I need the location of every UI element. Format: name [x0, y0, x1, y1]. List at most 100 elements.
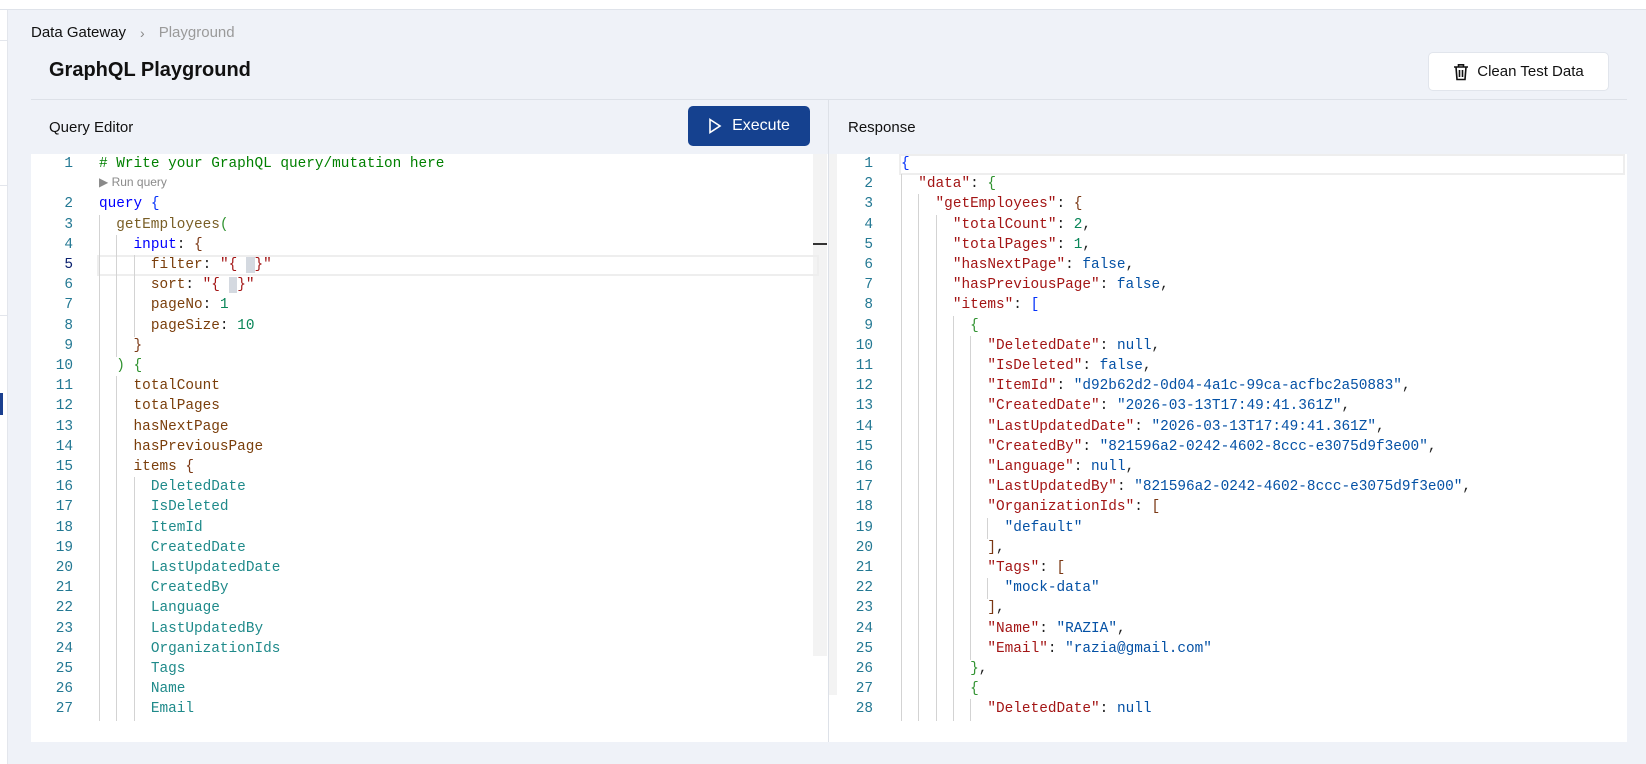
token-key: "Tags" [987, 560, 1040, 576]
token-b1: { [901, 156, 910, 172]
code-text: "hasNextPage": false, [953, 255, 1134, 276]
token-sel [245, 257, 255, 273]
code-line: 13 hasNextPage [31, 416, 813, 438]
run-query-codelens[interactable]: ▶ Run query [99, 172, 167, 193]
breadcrumb-playground: Playground [158, 24, 235, 41]
indent-guide [918, 558, 920, 580]
code-text: filter: "{ }" [151, 255, 272, 276]
token-field: filter [150, 257, 203, 273]
line-number: 5 [64, 257, 73, 273]
indent-guide [935, 376, 937, 398]
token-comment: # Write your GraphQL query/mutation here [99, 156, 445, 172]
code-line: 23], [829, 598, 1627, 620]
token-p: : [1073, 459, 1092, 475]
code-line: 19 "default" [829, 517, 1627, 539]
sidebar-active-indicator[interactable] [0, 393, 3, 415]
code-line: 1{ [829, 154, 1627, 176]
indent-guide [918, 679, 920, 701]
indent-guide [133, 679, 135, 701]
indent-guide [99, 497, 100, 519]
breadcrumb-data-gateway[interactable]: Data Gateway [31, 24, 126, 41]
indent-guide [116, 376, 118, 398]
line-number: 26 [55, 681, 73, 698]
code-text: "OrganizationIds": [ [987, 497, 1160, 518]
response-viewer[interactable]: 1{2 "data": {3 "getEmployees": {4 "totalCou… [829, 154, 1627, 742]
token-p: : [1056, 216, 1074, 233]
indent-guide [970, 436, 972, 458]
current-line-highlight [899, 154, 1625, 176]
code-line: 6 "hasNextPage": false, [829, 255, 1627, 277]
line-number: 24 [855, 620, 873, 637]
token-p: , [996, 600, 1005, 617]
indent-guide [116, 578, 118, 600]
line-number: 23 [55, 620, 73, 637]
token-p: , [1116, 620, 1126, 637]
code-line: 20], [829, 537, 1627, 559]
indent-guide [935, 638, 937, 660]
line-number: 4 [64, 236, 73, 253]
indent-guide [918, 497, 920, 519]
indent-guide [116, 457, 118, 479]
indent-guide [901, 598, 902, 620]
token-p: : [1082, 438, 1100, 455]
token-p: , [1125, 459, 1135, 475]
indent-guide [935, 416, 937, 438]
execute-button[interactable]: Execute [688, 106, 810, 146]
code-text: ) { [116, 356, 142, 377]
code-line: 11 "IsDeleted": false, [829, 356, 1627, 378]
indent-guide [970, 618, 972, 640]
code-text: ], [987, 598, 1004, 619]
indent-guide [901, 517, 902, 539]
indent-guide [99, 699, 100, 721]
code-line: 23 LastUpdatedBy [31, 618, 813, 640]
code-line: 11 totalCount [31, 376, 813, 398]
code-text: LastUpdatedDate [151, 558, 281, 579]
code-text: getEmployees( [116, 215, 228, 236]
token-b3: { [1073, 196, 1083, 213]
token-val: "RAZIA" [1056, 620, 1117, 637]
indent-guide [133, 699, 135, 721]
line-number: 4 [864, 216, 873, 233]
line-number: 24 [55, 640, 73, 657]
indent-guide [918, 436, 920, 458]
indent-guide [935, 598, 937, 620]
indent-guide [116, 436, 118, 458]
code-line: 14 hasPreviousPage [31, 436, 813, 458]
code-line: 16 DeletedDate [31, 477, 813, 499]
token-b2: { [987, 176, 997, 193]
indent-guide [133, 517, 135, 539]
token-val: false [1099, 358, 1143, 374]
line-number: 6 [864, 257, 873, 273]
token-b3: { [194, 236, 203, 253]
token-key: "Name" [987, 620, 1040, 637]
code-text: "DeletedDate": null [987, 699, 1151, 720]
token-p: , [1462, 479, 1472, 496]
line-number: 9 [64, 337, 73, 354]
indent-guide [901, 376, 902, 398]
token-field: totalPages [133, 398, 220, 415]
clean-test-data-button[interactable]: Clean Test Data [1428, 52, 1609, 91]
code-line: 8 pageSize: 10 [31, 315, 813, 337]
indent-guide [901, 477, 902, 499]
editor-scrollbar[interactable] [813, 154, 827, 656]
indent-guide [116, 699, 118, 721]
code-line: 4 "totalCount": 2, [829, 214, 1627, 236]
token-sub: LastUpdatedDate [150, 560, 281, 576]
indent-guide [99, 295, 100, 317]
token-key: "DeletedDate" [987, 337, 1100, 354]
token-val: false [1116, 277, 1161, 294]
token-num: 1 [219, 297, 229, 314]
token-sub: CreatedBy [150, 580, 229, 597]
code-text: items { [134, 457, 194, 478]
token-fn: getEmployees [116, 216, 220, 233]
code-line: 22 Language [31, 598, 813, 620]
indent-guide [952, 356, 954, 378]
indent-guide [99, 234, 100, 256]
code-text: "totalCount": 2, [953, 215, 1091, 236]
indent-guide [918, 376, 920, 398]
query-editor[interactable]: 1 # Write your GraphQL query/mutation her… [31, 154, 828, 742]
token-key: "hasNextPage" [952, 257, 1066, 273]
code-line: 18 ItemId [31, 517, 813, 539]
indent-guide [918, 618, 920, 640]
indent-guide [970, 638, 972, 660]
